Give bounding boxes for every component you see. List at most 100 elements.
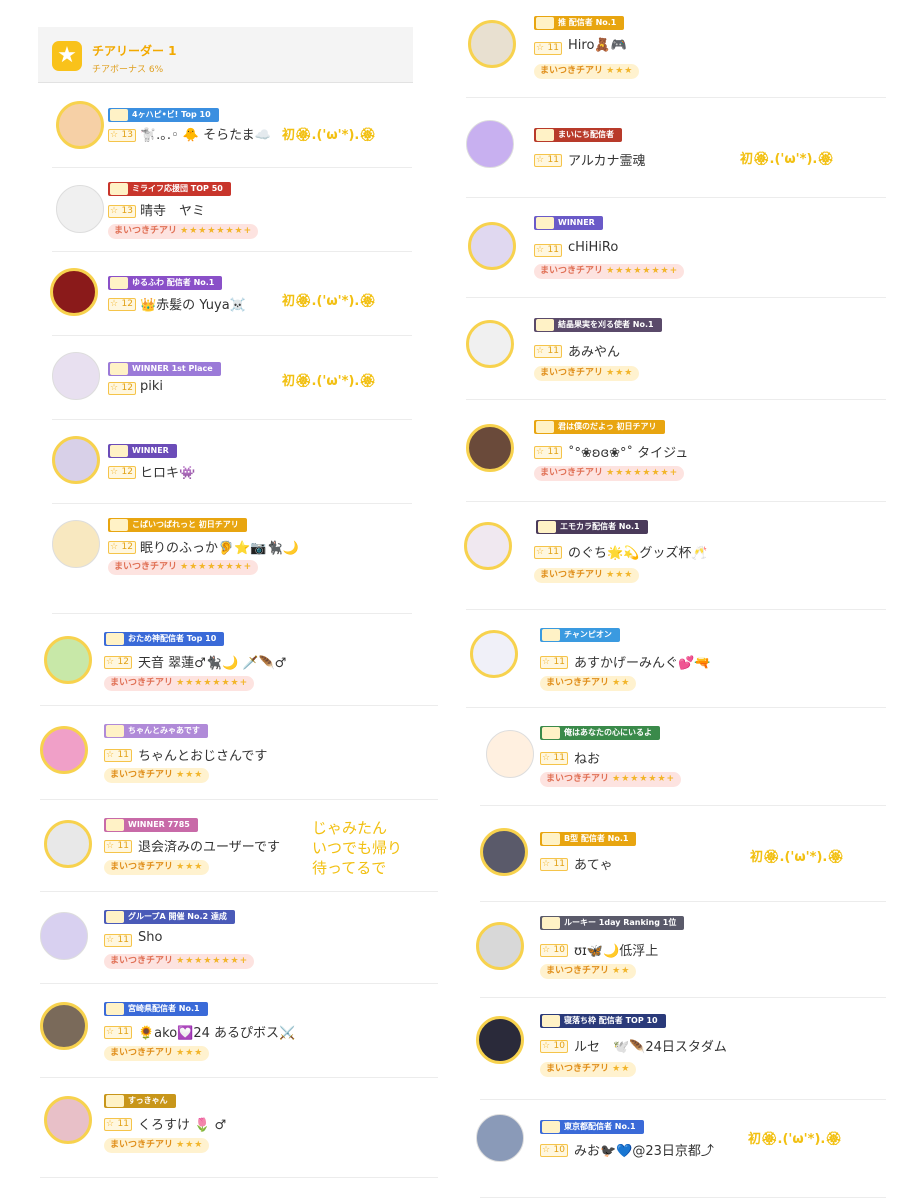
star-icon: ☆ xyxy=(536,43,545,53)
avatar[interactable] xyxy=(468,20,516,68)
level-badge: ☆ 13 xyxy=(108,129,136,142)
user-name[interactable]: 晴寺 ヤミ xyxy=(140,200,205,219)
rank-ribbon: おため神配信者 Top 10 xyxy=(104,632,225,646)
avatar[interactable] xyxy=(40,1002,88,1050)
cheer-stars: ★★★★★★★+ xyxy=(176,678,249,688)
user-name[interactable]: くろすけ 🌷 ♂ xyxy=(138,1114,226,1133)
ribbon-label: WINNER 7785 xyxy=(128,820,190,829)
ribbon-label: エモカラ配信者 No.1 xyxy=(560,522,640,531)
ribbon-label: ルーキー 1day Ranking 1位 xyxy=(564,918,677,927)
ribbon-emblem-icon xyxy=(110,109,128,121)
avatar[interactable] xyxy=(56,185,104,233)
user-name[interactable]: ねお xyxy=(574,748,600,767)
avatar[interactable] xyxy=(44,1096,92,1144)
cheer-label: まいつきチアリ xyxy=(114,226,181,236)
avatar[interactable] xyxy=(466,424,514,472)
avatar[interactable] xyxy=(52,352,100,400)
user-name[interactable]: Sho xyxy=(138,930,162,945)
ribbon-emblem-icon xyxy=(110,363,128,375)
user-name[interactable]: ヒロキ👾 xyxy=(140,462,195,481)
avatar[interactable] xyxy=(464,522,512,570)
avatar[interactable] xyxy=(486,730,534,778)
list-item[interactable] xyxy=(52,420,412,504)
user-name[interactable]: ʊɪ🦋🌙低浮上 xyxy=(574,940,658,959)
star-icon: ☆ xyxy=(542,1145,551,1155)
avatar[interactable] xyxy=(466,320,514,368)
avatar[interactable] xyxy=(44,636,92,684)
user-name[interactable]: ルセ 🕊️🪶24日スタダム xyxy=(574,1036,727,1055)
avatar[interactable] xyxy=(466,120,514,168)
cheer-stars: ★★★ xyxy=(176,770,204,780)
user-name[interactable]: 眠りのふっか🦻⭐📷🐈‍⬛🌙 xyxy=(140,537,299,556)
maitsuki-cheer-badge: まいつきチアリ ★★★ xyxy=(534,64,640,79)
avatar[interactable] xyxy=(476,1114,524,1162)
ribbon-label: 俺はあなたの心にいるよ xyxy=(564,728,652,737)
ribbon-emblem-icon xyxy=(542,1121,560,1133)
avatar[interactable] xyxy=(52,520,100,568)
avatar[interactable] xyxy=(56,101,104,149)
list-item[interactable] xyxy=(52,168,412,252)
maitsuki-cheer-badge: まいつきチアリ ★★★★★★★+ xyxy=(108,560,259,575)
user-name[interactable]: のぐち🌟💫グッズ杯🥂 xyxy=(568,542,708,561)
user-name[interactable]: 🌻ako💟24 あるぴボス⚔️ xyxy=(138,1022,295,1041)
avatar[interactable] xyxy=(50,268,98,316)
user-name[interactable]: みお🐦‍⬛💙@23日京都⤴︎ xyxy=(574,1140,714,1159)
user-name[interactable]: 🐩.｡.◦ 🐥 そらたま☁️ xyxy=(140,124,271,143)
level-value: 11 xyxy=(547,547,559,557)
handwritten-comment: 初🏵.('ω'*).🏵 xyxy=(282,374,376,389)
user-name[interactable]: あみやん xyxy=(568,341,620,360)
cheer-leader-header[interactable]: ★ チアリーダー 1 チアボーナス 6% xyxy=(38,27,413,83)
user-name[interactable]: 退会済みのユーザーです xyxy=(138,836,280,855)
cheer-stars: ★★★ xyxy=(606,368,634,378)
maitsuki-cheer-badge: まいつきチアリ ★★★ xyxy=(534,366,640,381)
star-icon: ☆ xyxy=(106,1027,115,1037)
handwritten-comment: 初🏵.('ω'*).🏵 xyxy=(740,152,834,167)
user-name[interactable]: ˚°❀ʚɞ❀°˚ タイジュ xyxy=(568,442,688,461)
level-value: 12 xyxy=(121,542,133,552)
user-name[interactable]: あすかげーみんぐ💕🔫 xyxy=(574,652,710,671)
handwritten-comment: 初🏵.('ω'*).🏵 xyxy=(750,850,844,865)
list-item[interactable] xyxy=(466,0,886,98)
ribbon-emblem-icon xyxy=(110,445,128,457)
maitsuki-cheer-badge: まいつきチアリ ★★★ xyxy=(534,568,640,583)
user-name[interactable]: あてゃ xyxy=(574,854,613,873)
avatar[interactable] xyxy=(476,922,524,970)
ribbon-emblem-icon xyxy=(536,17,554,29)
rank-ribbon: 推 配信者 No.1 xyxy=(534,16,625,30)
user-name[interactable]: 👑赤髪の Yuya☠️ xyxy=(140,294,246,313)
rank-ribbon: 寝落ち枠 配信者 TOP 10 xyxy=(540,1014,666,1028)
avatar[interactable] xyxy=(44,820,92,868)
cheer-label: まいつきチアリ xyxy=(540,368,607,378)
list-item[interactable] xyxy=(40,1078,438,1178)
user-name[interactable]: Hiro🧸🎮 xyxy=(568,38,627,53)
user-name[interactable]: 天音 翠蓮♂🐈‍⬛🌙 🗡️🪶♂ xyxy=(138,652,286,671)
avatar[interactable] xyxy=(468,222,516,270)
user-name[interactable]: アルカナ霊魂 xyxy=(568,150,645,169)
list-item[interactable] xyxy=(40,892,438,984)
cheer-label: まいつきチアリ xyxy=(110,1048,177,1058)
rank-ribbon: エモカラ配信者 No.1 xyxy=(536,520,648,534)
star-icon: ☆ xyxy=(110,383,119,393)
maitsuki-cheer-badge: まいつきチアリ ★★ xyxy=(540,964,637,979)
ribbon-emblem-icon xyxy=(106,725,124,737)
star-icon: ☆ xyxy=(106,841,115,851)
avatar[interactable] xyxy=(470,630,518,678)
avatar[interactable] xyxy=(476,1016,524,1064)
rank-ribbon: B型 配信者 No.1 xyxy=(540,832,637,846)
user-name[interactable]: piki xyxy=(140,379,163,394)
level-value: 11 xyxy=(117,1027,129,1037)
user-name[interactable]: cHiHiRo xyxy=(568,240,618,255)
avatar[interactable] xyxy=(480,828,528,876)
avatar[interactable] xyxy=(40,912,88,960)
list-item[interactable] xyxy=(466,298,886,400)
star-icon: ☆ xyxy=(542,859,551,869)
cheer-label: まいつきチアリ xyxy=(540,66,607,76)
avatar[interactable] xyxy=(40,726,88,774)
cheer-label: まいつきチアリ xyxy=(546,1064,613,1074)
user-name[interactable]: ちゃんとおじさんです xyxy=(138,745,267,764)
level-value: 11 xyxy=(553,753,565,763)
cheer-stars: ★★★★★★★+ xyxy=(176,956,249,966)
list-item[interactable] xyxy=(466,198,886,298)
level-value: 10 xyxy=(553,1041,565,1051)
avatar[interactable] xyxy=(52,436,100,484)
